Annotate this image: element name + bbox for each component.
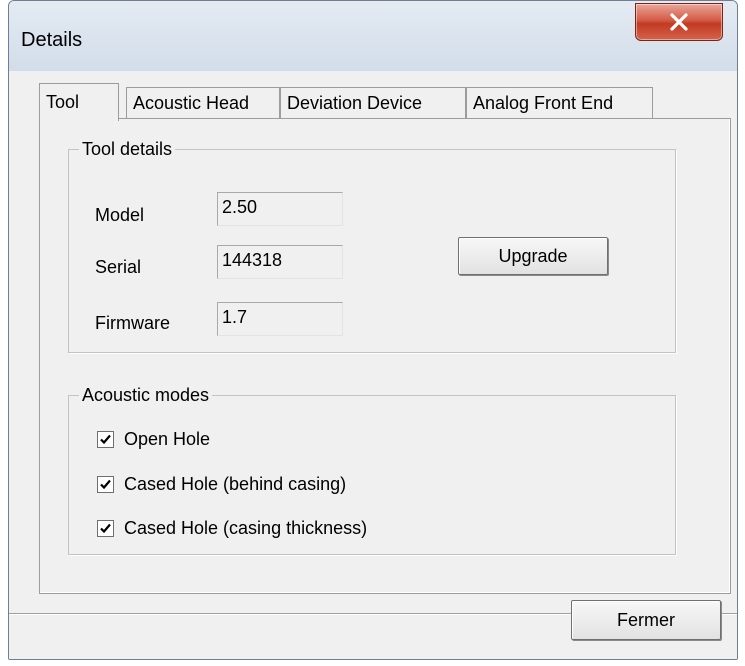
dialog-client-area: Tool Acoustic Head Deviation Device Anal… <box>9 71 737 659</box>
model-field: 2.50 <box>217 192 343 226</box>
open-hole-option[interactable]: Open Hole <box>97 429 210 450</box>
checkmark-icon <box>100 523 111 534</box>
cased-hole-casing-thickness-checkbox[interactable] <box>97 520 114 537</box>
tab-label: Analog Front End <box>473 93 614 113</box>
close-x-icon <box>670 13 688 31</box>
tab-acoustic-head[interactable]: Acoustic Head <box>126 87 280 119</box>
close-dialog-button[interactable]: Fermer <box>571 600 721 640</box>
tab-deviation-device[interactable]: Deviation Device <box>280 87 466 119</box>
tab-label: Deviation Device <box>287 93 423 113</box>
title-bar[interactable]: Details <box>9 1 737 72</box>
upgrade-button[interactable]: Upgrade <box>458 237 608 275</box>
tab-label: Tool <box>46 92 80 112</box>
cased-hole-behind-casing-option[interactable]: Cased Hole (behind casing) <box>97 474 346 495</box>
cased-hole-behind-casing-checkbox[interactable] <box>97 476 114 493</box>
cased-hole-casing-thickness-option[interactable]: Cased Hole (casing thickness) <box>97 518 367 539</box>
serial-label: Serial <box>95 257 142 277</box>
tab-tool[interactable]: Tool <box>39 83 119 121</box>
tab-analog-front-end[interactable]: Analog Front End <box>466 87 653 119</box>
open-hole-label: Open Hole <box>124 429 211 449</box>
firmware-label: Firmware <box>95 313 170 333</box>
acoustic-modes-legend: Acoustic modes <box>82 385 210 405</box>
window-title: Details <box>21 29 83 51</box>
serial-field: 144318 <box>217 245 343 279</box>
tool-details-legend: Tool details <box>82 139 173 159</box>
tab-label: Acoustic Head <box>133 93 250 113</box>
tab-panel-tool: Tool details Model 2.50 Serial 144318 Fi… <box>39 118 731 594</box>
model-label: Model <box>95 205 145 225</box>
cased-hole-casing-thickness-label: Cased Hole (casing thickness) <box>124 518 368 538</box>
checkmark-icon <box>100 479 111 490</box>
cased-hole-behind-casing-label: Cased Hole (behind casing) <box>124 474 347 494</box>
checkmark-icon <box>100 434 111 445</box>
firmware-field: 1.7 <box>217 302 343 336</box>
details-dialog: Details Tool Acoustic Head Deviation Dev… <box>8 0 738 660</box>
open-hole-checkbox[interactable] <box>97 431 114 448</box>
window-close-button[interactable] <box>635 3 723 41</box>
